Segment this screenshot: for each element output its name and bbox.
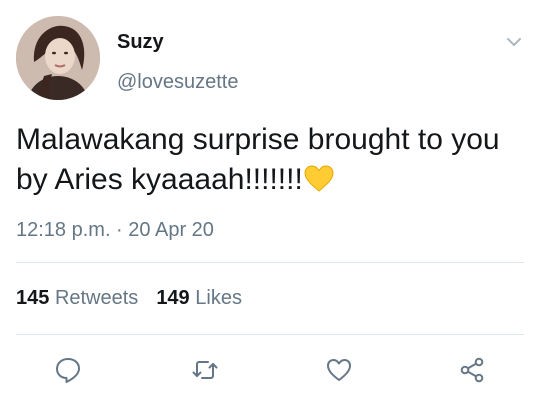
likes-label: Likes	[195, 287, 242, 309]
retweet-icon	[192, 361, 218, 379]
retweets-stat[interactable]: 145 Retweets	[16, 287, 138, 309]
yellow-heart-icon	[304, 164, 334, 192]
engagement-stats: 145 Retweets 149 Likes	[16, 286, 242, 310]
heart-icon	[327, 359, 351, 381]
tweet-timestamp[interactable]: 12:18 p.m. · 20 Apr 20	[16, 218, 214, 242]
display-name[interactable]: Suzy	[117, 30, 164, 54]
profile-photo-icon	[16, 16, 100, 100]
action-bar	[0, 354, 540, 390]
tweet-text: Malawakang surprise brought to you by Ar…	[16, 120, 524, 200]
share-icon	[460, 357, 484, 383]
likes-count: 149	[156, 287, 190, 309]
user-avatar[interactable]	[16, 16, 100, 100]
reply-button[interactable]	[52, 354, 84, 386]
likes-stat[interactable]: 149 Likes	[156, 287, 242, 309]
divider	[16, 334, 524, 335]
share-button[interactable]	[456, 354, 488, 386]
retweet-button[interactable]	[189, 354, 221, 386]
comment-icon	[56, 358, 80, 383]
chevron-down-icon[interactable]	[504, 32, 524, 52]
retweets-count: 145	[16, 287, 50, 309]
retweets-label: Retweets	[54, 287, 139, 309]
user-handle[interactable]: @lovesuzette	[117, 70, 238, 94]
divider	[16, 262, 524, 263]
tweet-text-content: Malawakang surprise brought to you by Ar…	[16, 123, 500, 196]
tweet-card: Suzy @lovesuzette Malawakang surprise br…	[0, 0, 540, 416]
like-button[interactable]	[323, 354, 355, 386]
